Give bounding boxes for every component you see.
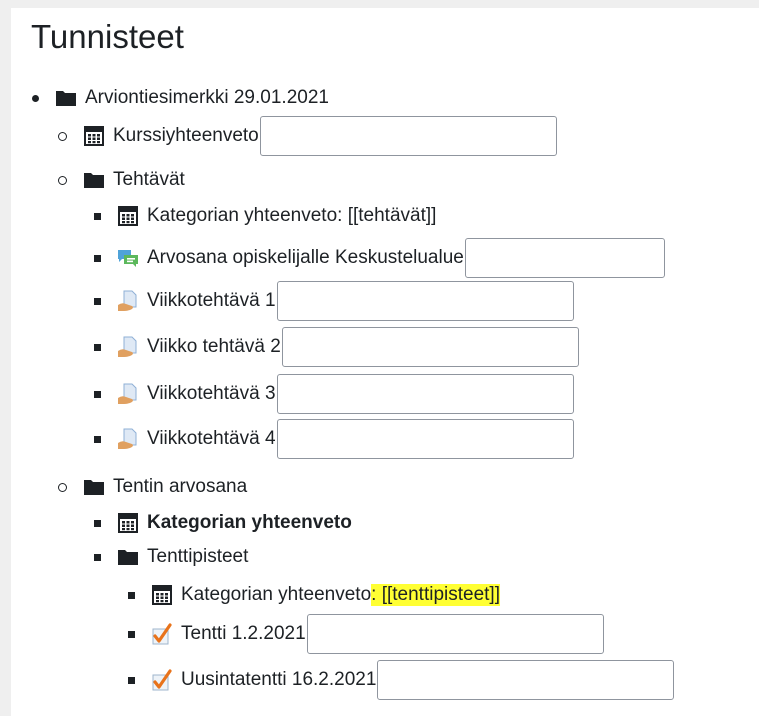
folder-icon [117,546,139,568]
bullet-square [94,212,101,220]
tree-item-label: Tentti 1.2.2021 [181,623,306,644]
tree-item-week2: Viikko tehtävä 2 [94,327,579,367]
tree-item-retake: Uusintatentti 16.2.2021 [128,660,675,700]
tree-item-root: Arviontiesimerkki 29.01.2021 [32,78,329,118]
tree-item-exam-points-total: Kategorian yhteenveto: [[tenttipisteet]] [128,575,500,615]
tree-item-label: Arviontiesimerkki 29.01.2021 [85,87,329,108]
retake-idnumber-input[interactable] [377,660,675,700]
calculator-icon [151,584,173,606]
tree-item-exam-grade: Tentin arvosana [58,467,247,507]
week3-idnumber-input[interactable] [276,374,574,414]
tree-item-week3: Viikkotehtävä 3 [94,374,574,414]
week2-idnumber-input[interactable] [281,327,579,367]
tree-item-label: Kategorian yhteenveto: [[tehtävät]] [147,205,437,226]
tree-item-label: Arvosana opiskelijalle Keskustelualue [147,247,464,268]
tree-item-label: Viikkotehtävä 3 [147,383,276,404]
assignment-icon [117,428,139,450]
bullet-circle [58,482,67,492]
bullet-square [94,435,101,443]
tree-item-exam-points: Tenttipisteet [94,537,248,577]
tree-item-label: Viikko tehtävä 2 [147,336,281,357]
calculator-icon [117,205,139,227]
bullet-square [94,519,101,527]
highlighted-tag: : [[tenttipisteet]] [371,584,500,606]
folder-icon [55,87,77,109]
folder-icon [83,169,105,191]
week4-idnumber-input[interactable] [276,419,574,459]
assignment-icon [117,290,139,312]
tree-item-label: Viikkotehtävä 4 [147,428,276,449]
bullet-square [94,390,101,398]
calculator-icon [83,125,105,147]
bullet-square [94,343,101,351]
tree-item-label: Kategorian yhteenveto [181,584,372,605]
tree-item-week1: Viikkotehtävä 1 [94,281,574,321]
tree-item-label: Viikkotehtävä 1 [147,290,276,311]
bullet-square [94,553,101,561]
bullet-square [128,591,135,599]
tree-item-tasks-total: Kategorian yhteenveto: [[tehtävät]] [94,196,436,236]
course-total-idnumber-input[interactable] [259,116,557,156]
tree-item-forum-grade: Arvosana opiskelijalle Keskustelualue [94,238,665,278]
bullet-circle [58,175,67,185]
bullet-square [94,254,101,262]
assignment-icon [117,336,139,358]
tree-item-exam1: Tentti 1.2.2021 [128,614,604,654]
folder-icon [83,476,105,498]
tag-text: [[tenttipisteet]] [376,584,500,605]
quiz-icon [151,669,173,691]
bullet-square [128,676,135,684]
quiz-icon [151,623,173,645]
exam1-idnumber-input[interactable] [306,614,604,654]
forum-icon [117,247,139,269]
tree-item-label: Uusintatentti 16.2.2021 [181,669,377,690]
calculator-icon [117,512,139,534]
bullet-square [128,630,135,638]
week1-idnumber-input[interactable] [276,281,574,321]
bullet-circle [58,131,67,141]
tree-item-week4: Viikkotehtävä 4 [94,419,574,459]
tree-item-label: Tehtävät [113,169,185,190]
forum-grade-idnumber-input[interactable] [464,238,665,278]
page-title: Tunnisteet [31,18,184,55]
bullet-square [94,297,101,305]
tree-item-label: Kurssiyhteenveto [113,125,259,146]
tree-item-label: Tenttipisteet [147,546,249,567]
tree-item-label: Kategorian yhteenveto [147,512,352,533]
tree-item-tasks: Tehtävät [58,160,185,200]
assignment-icon [117,383,139,405]
tree-item-label: Tentin arvosana [113,476,248,497]
bullet-disc [32,94,39,102]
tree-item-course-total: Kurssiyhteenveto [58,116,557,156]
